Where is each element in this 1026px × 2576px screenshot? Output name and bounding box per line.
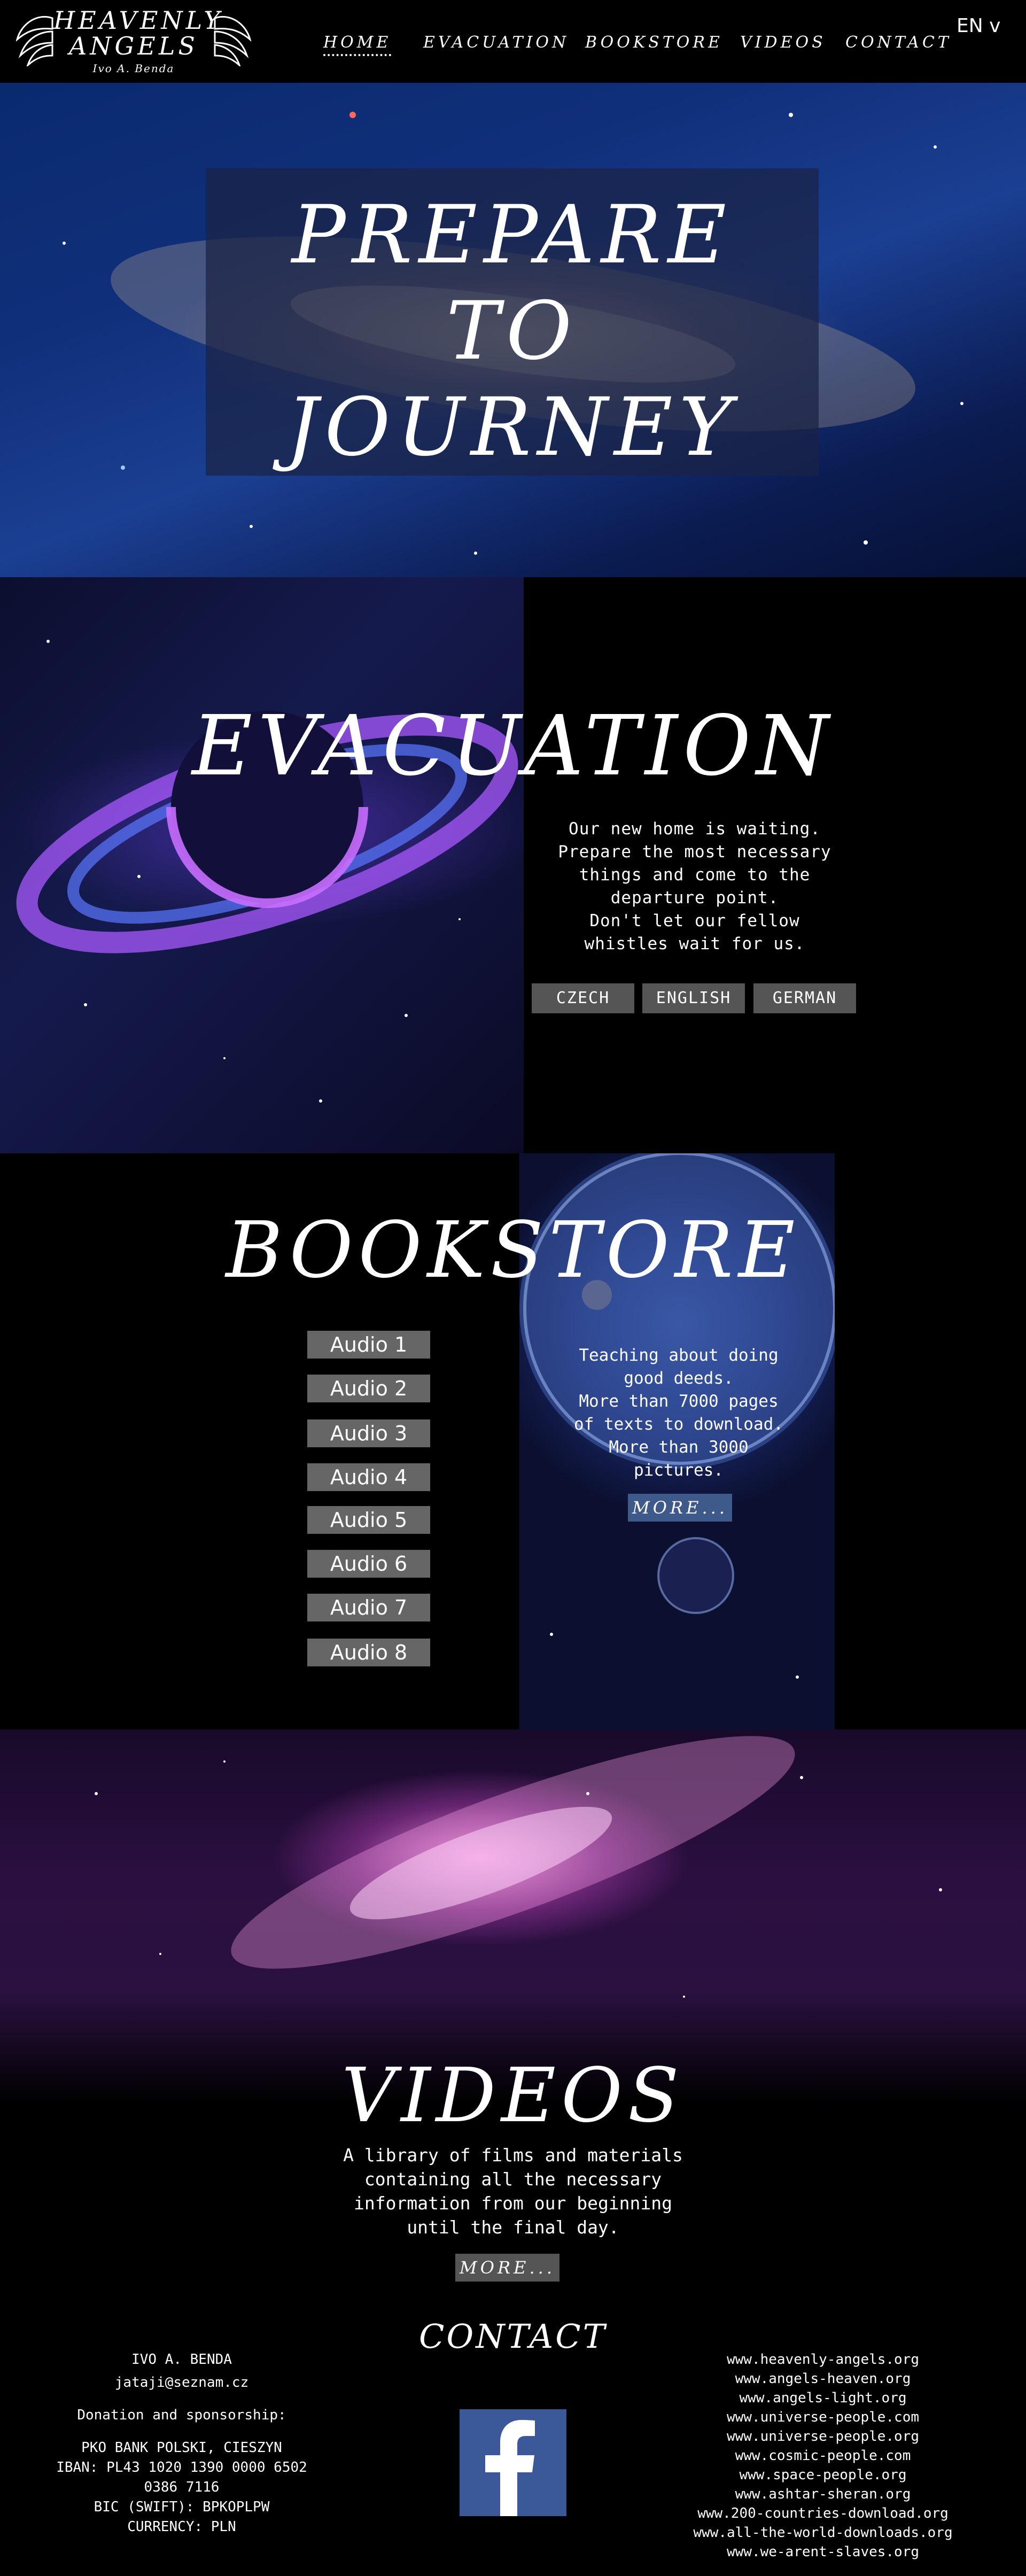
- left-wing-icon: [16, 15, 53, 66]
- website-link[interactable]: www.heavenly-angels.org: [663, 2350, 983, 2369]
- evacuation-text-line: whistles wait for us.: [584, 934, 805, 953]
- language-label: EN: [957, 15, 983, 37]
- audio-8-button[interactable]: Audio 8: [307, 1639, 430, 1666]
- videos-text-line: containing all the necessary: [364, 2169, 662, 2190]
- videos-more-button[interactable]: MORE...: [455, 2254, 559, 2282]
- website-link[interactable]: www.200-countries-download.org: [663, 2504, 983, 2523]
- logo-line-2: ANGELS: [69, 32, 198, 60]
- evacuation-text-line: Our new home is waiting.: [569, 819, 821, 839]
- contact-email[interactable]: jataji@seznam.cz: [43, 2373, 321, 2393]
- iban: IBAN: PL43 1020 1390 0000 6502: [56, 2459, 307, 2476]
- nav-home[interactable]: HOME: [323, 33, 392, 56]
- videos-text-line: A library of films and materials: [343, 2145, 683, 2166]
- nebula-image: [0, 1729, 1026, 2104]
- audio-3-button[interactable]: Audio 3: [307, 1419, 430, 1447]
- facebook-icon[interactable]: [460, 2409, 566, 2516]
- hero-title-line-2: TO: [446, 285, 579, 378]
- hero-title-box: PREPARE TO JOURNEY: [206, 168, 819, 476]
- bookstore-text-line: Teaching about doing: [579, 1346, 779, 1365]
- iban-continued: 0386 7116: [144, 2479, 220, 2495]
- bookstore-more-button[interactable]: MORE...: [628, 1494, 732, 1522]
- bank-name: PKO BANK POLSKI, CIESZYN: [81, 2440, 282, 2456]
- audio-5-button[interactable]: Audio 5: [307, 1506, 430, 1534]
- audio-4-button[interactable]: Audio 4: [307, 1463, 430, 1491]
- videos-heading: VIDEOS: [341, 2052, 685, 2139]
- bic: BIC (SWIFT): BPKOPLPW: [94, 2499, 270, 2515]
- videos-text-line: information from our beginning: [353, 2193, 673, 2214]
- evacuation-text-line: Don't let our fellow: [589, 911, 800, 930]
- hero-title-line-1: PREPARE: [291, 189, 733, 282]
- website-link[interactable]: www.space-people.org: [663, 2465, 983, 2485]
- videos-text: A library of films and materials contain…: [299, 2143, 727, 2239]
- facebook-logo-icon: [485, 2420, 535, 2516]
- audio-7-button[interactable]: Audio 7: [307, 1594, 430, 1621]
- evacuation-text-line: Prepare the most necessary: [558, 842, 831, 862]
- website-link[interactable]: www.all-the-world-downloads.org: [663, 2523, 983, 2542]
- hero-title: PREPARE TO JOURNEY: [206, 187, 819, 476]
- bookstore-text: Teaching about doing good deeds. More th…: [545, 1344, 812, 1482]
- bookstore-text-line: More than 7000 pages: [579, 1392, 779, 1411]
- contact-name: IVO A. BENDA: [131, 2352, 232, 2368]
- english-button[interactable]: ENGLISH: [642, 983, 745, 1013]
- website-link[interactable]: www.we-arent-slaves.org: [663, 2542, 983, 2562]
- website-link[interactable]: www.universe-people.org: [663, 2427, 983, 2446]
- website-link[interactable]: www.ashtar-sheran.org: [663, 2485, 983, 2504]
- bookstore-text-line: More than 3000: [609, 1438, 749, 1457]
- logo-line-1: HEAVENLY: [53, 6, 223, 35]
- planet-ring-image: [0, 577, 524, 1153]
- hero-title-line-3: JOURNEY: [286, 381, 739, 474]
- bookstore-text-line: of texts to download.: [574, 1415, 783, 1434]
- website-link[interactable]: www.angels-light.org: [663, 2388, 983, 2408]
- nav-evacuation[interactable]: EVACUATION: [423, 33, 569, 52]
- currency: CURRENCY: PLN: [127, 2519, 236, 2535]
- nav-bookstore[interactable]: BOOKSTORE: [585, 33, 723, 52]
- ringed-planet-illustration: [16, 640, 518, 1103]
- czech-button[interactable]: CZECH: [532, 983, 634, 1013]
- site-header: HEAVENLY ANGELS Ivo A. Benda HOME EVACUA…: [0, 0, 1026, 83]
- website-link[interactable]: www.angels-heaven.org: [663, 2369, 983, 2388]
- evacuation-heading: EVACUATION: [192, 697, 834, 794]
- language-selector[interactable]: EN v: [957, 15, 1000, 37]
- audio-1-button[interactable]: Audio 1: [307, 1331, 430, 1359]
- evacuation-text-line: departure point.: [610, 888, 779, 907]
- hero-section: PREPARE TO JOURNEY: [0, 83, 1026, 577]
- logo[interactable]: HEAVENLY ANGELS Ivo A. Benda: [16, 4, 251, 79]
- german-button[interactable]: GERMAN: [753, 983, 856, 1013]
- audio-2-button[interactable]: Audio 2: [307, 1375, 430, 1402]
- nebula-illustration: [95, 1736, 942, 1998]
- donation-label: Donation and sponsorship:: [77, 2407, 286, 2423]
- website-link[interactable]: www.universe-people.com: [663, 2408, 983, 2427]
- right-wing-icon: [214, 15, 251, 66]
- nav-contact[interactable]: CONTACT: [845, 33, 952, 52]
- website-links: www.heavenly-angels.org www.angels-heave…: [663, 2350, 983, 2562]
- bookstore-text-line: good deeds.: [624, 1369, 734, 1388]
- nav-videos[interactable]: VIDEOS: [740, 33, 826, 52]
- website-link[interactable]: www.cosmic-people.com: [663, 2446, 983, 2465]
- videos-text-line: until the final day.: [407, 2217, 619, 2238]
- evacuation-text: Our new home is waiting. Prepare the mos…: [524, 818, 866, 956]
- chevron-down-icon: v: [989, 15, 1001, 37]
- bookstore-text-line: pictures.: [634, 1461, 724, 1480]
- audio-6-button[interactable]: Audio 6: [307, 1550, 430, 1578]
- evacuation-text-line: things and come to the: [579, 865, 811, 884]
- logo-author: Ivo A. Benda: [92, 62, 175, 75]
- contact-details: IVO A. BENDA jataji@seznam.cz Donation a…: [43, 2350, 321, 2537]
- bookstore-heading: BOOKSTORE: [226, 1205, 800, 1295]
